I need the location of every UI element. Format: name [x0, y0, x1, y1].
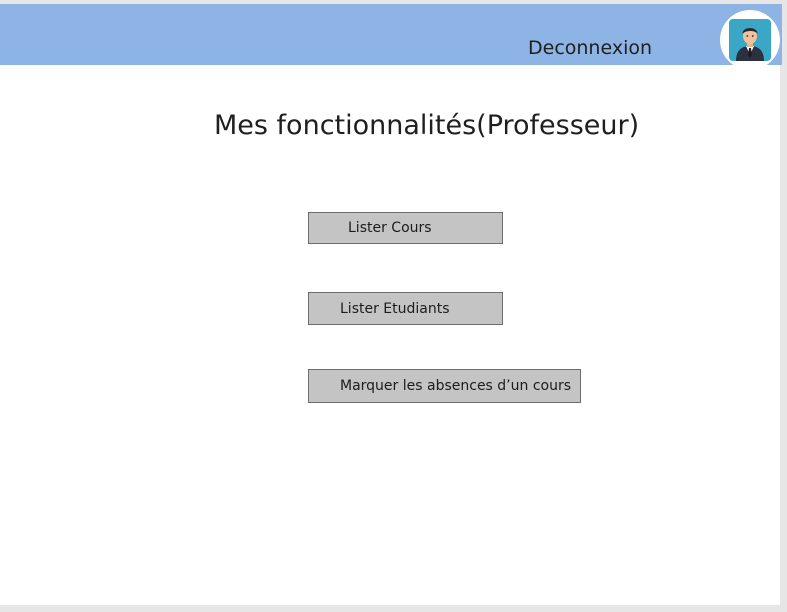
list-courses-button[interactable]: Lister Cours	[308, 212, 503, 244]
logout-link[interactable]: Deconnexion	[528, 37, 652, 59]
page-title: Mes fonctionnalités(Professeur)	[214, 110, 640, 141]
mark-absences-button[interactable]: Marquer les absences d’un cours	[308, 369, 581, 403]
avatar[interactable]	[720, 10, 780, 70]
user-avatar-icon	[729, 19, 771, 61]
page-canvas: Deconnexion Mes fonctionnalités(Professe…	[0, 4, 782, 605]
list-students-button[interactable]: Lister Etudiants	[308, 292, 503, 325]
header-bar: Deconnexion	[0, 4, 782, 65]
